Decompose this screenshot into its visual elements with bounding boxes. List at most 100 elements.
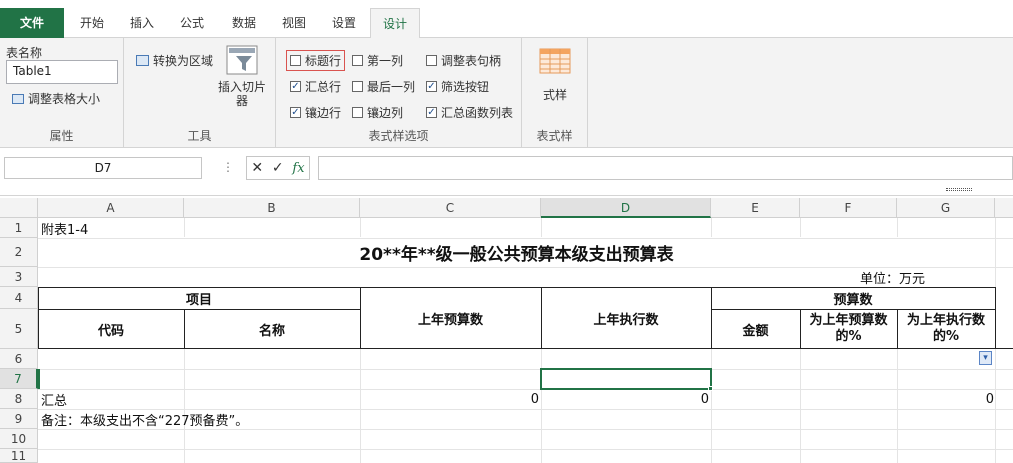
- worksheet-grid: A B C D E F G 1 2 3 4 5 6 7 8 9 10 11 附表…: [0, 198, 1013, 463]
- active-cell-d7[interactable]: [540, 368, 712, 390]
- last-column-checkbox[interactable]: 最后一列: [352, 78, 415, 95]
- gridline: [541, 349, 542, 463]
- tab-file[interactable]: 文件: [0, 8, 64, 38]
- header-prev-exec[interactable]: 上年执行数: [541, 287, 711, 349]
- fill-handle[interactable]: [708, 386, 713, 391]
- header-amount[interactable]: 金额: [711, 309, 800, 349]
- banded-rows-checkbox[interactable]: ✓ 镶边行: [290, 104, 341, 121]
- formula-input[interactable]: [318, 156, 1013, 180]
- row-header-3[interactable]: 3: [0, 267, 38, 287]
- header-pct-budget[interactable]: 为上年预算数的%: [806, 309, 891, 349]
- row-header-5[interactable]: 5: [0, 309, 38, 349]
- header-name[interactable]: 名称: [184, 309, 360, 349]
- resize-label: 调整表格大小: [28, 92, 101, 106]
- checkmark-icon: ✓: [290, 107, 301, 118]
- unchecked-box-icon: [352, 81, 363, 92]
- insert-slicer-button[interactable]: 插入切片器: [214, 44, 270, 114]
- sheet-title[interactable]: 20**年**级一般公共预算本级支出预算表: [38, 238, 995, 267]
- filter-button-checkbox[interactable]: ✓ 筛选按钮: [426, 78, 489, 95]
- gridline: [360, 349, 361, 463]
- name-box[interactable]: D7: [4, 157, 202, 179]
- header-row-label: 标题行: [305, 54, 342, 68]
- column-header-b[interactable]: B: [184, 198, 360, 218]
- header-budget[interactable]: 预算数: [711, 287, 995, 309]
- row-header-10[interactable]: 10: [0, 429, 38, 449]
- first-column-label: 第一列: [367, 54, 404, 68]
- row-header-2[interactable]: 2: [0, 238, 38, 267]
- group-label-tools: 工具: [187, 129, 212, 143]
- column-header-g[interactable]: G: [897, 198, 995, 218]
- tab-settings[interactable]: 设置: [322, 8, 366, 38]
- header-row-checkbox[interactable]: 标题行: [286, 50, 346, 71]
- tab-design[interactable]: 设计: [370, 8, 420, 39]
- total-label[interactable]: 汇总: [41, 389, 67, 409]
- row-header-4[interactable]: 4: [0, 287, 38, 309]
- row-header-6[interactable]: 6: [0, 349, 38, 369]
- table-name-input[interactable]: Table1: [6, 60, 118, 84]
- note-text[interactable]: 备注：本级支出不含“227预备费”。: [41, 409, 248, 429]
- last-column-label: 最后一列: [367, 80, 416, 94]
- cell-d8[interactable]: 0: [690, 389, 709, 409]
- tab-data[interactable]: 数据: [222, 8, 266, 38]
- group-properties: 表名称 Table1 调整表格大小 属性: [0, 38, 124, 148]
- tab-insert[interactable]: 插入: [120, 8, 164, 38]
- cell-g8[interactable]: 0: [975, 389, 994, 409]
- group-label-table-styles: 表式样: [536, 129, 573, 143]
- first-column-checkbox[interactable]: 第一列: [352, 52, 403, 69]
- table-style-icon: [539, 48, 571, 74]
- header-prev-budget[interactable]: 上年预算数: [360, 287, 541, 349]
- resize-handle-checkbox[interactable]: 调整表句柄: [426, 52, 501, 69]
- banded-columns-checkbox[interactable]: 镶边列: [352, 104, 403, 121]
- tab-view[interactable]: 视图: [272, 8, 316, 38]
- resize-table-button[interactable]: 调整表格大小: [12, 90, 100, 107]
- table-row-indicator: [38, 369, 40, 389]
- resize-icon: [12, 93, 24, 104]
- unchecked-box-icon: [290, 55, 301, 66]
- column-header-a[interactable]: A: [38, 198, 184, 218]
- gridline: [897, 218, 898, 237]
- total-row-label: 汇总行: [305, 80, 342, 94]
- banded-columns-label: 镶边列: [367, 106, 404, 120]
- more-options-icon[interactable]: ⋮: [222, 160, 234, 174]
- filter-dropdown-icon[interactable]: ▾: [979, 351, 992, 365]
- unchecked-box-icon: [352, 107, 363, 118]
- column-header-d[interactable]: D: [541, 198, 711, 218]
- column-header-h[interactable]: [995, 198, 1013, 218]
- unit-label[interactable]: 单位：万元: [860, 267, 925, 287]
- gridline: [711, 218, 712, 237]
- table-styles-button[interactable]: 式样: [530, 46, 580, 106]
- column-header-c[interactable]: C: [360, 198, 541, 218]
- row-header-9[interactable]: 9: [0, 409, 38, 429]
- header-pct-exec[interactable]: 为上年执行数的%: [903, 309, 989, 349]
- total-function-checkbox[interactable]: ✓ 汇总函数列表: [426, 104, 513, 121]
- resize-grip-icon[interactable]: [946, 188, 972, 191]
- header-item[interactable]: 项目: [38, 287, 360, 309]
- enter-icon[interactable]: ✓: [272, 160, 284, 176]
- cell-a1[interactable]: 附表1-4: [41, 218, 88, 238]
- checkmark-icon: ✓: [426, 107, 437, 118]
- checkmark-icon: ✓: [426, 81, 437, 92]
- insert-function-icon[interactable]: fx: [292, 161, 304, 176]
- convert-icon: [136, 55, 149, 66]
- unchecked-box-icon: [426, 55, 437, 66]
- cell-c8[interactable]: 0: [520, 389, 539, 409]
- select-all-corner[interactable]: [0, 198, 38, 218]
- tab-home[interactable]: 开始: [70, 8, 114, 38]
- group-tools: 转换为区域 插入切片器 工具: [124, 38, 276, 148]
- row-header-7[interactable]: 7: [0, 369, 38, 389]
- header-code[interactable]: 代码: [38, 309, 184, 349]
- cancel-icon[interactable]: ✕: [251, 160, 263, 176]
- convert-to-range-button[interactable]: 转换为区域: [136, 52, 213, 69]
- table-border: [995, 287, 996, 349]
- row-header-1[interactable]: 1: [0, 218, 38, 238]
- group-label-properties: 属性: [49, 129, 74, 143]
- row-header-8[interactable]: 8: [0, 389, 38, 409]
- gridline: [184, 218, 185, 237]
- total-row-checkbox[interactable]: ✓ 汇总行: [290, 78, 341, 95]
- tab-formulas[interactable]: 公式: [170, 8, 214, 38]
- column-header-e[interactable]: E: [711, 198, 800, 218]
- column-header-f[interactable]: F: [800, 198, 897, 218]
- group-table-styles: 式样 表式样: [522, 38, 588, 148]
- ribbon: 表名称 Table1 调整表格大小 属性 转换为区域 插入切片器 工具 标题行: [0, 38, 1013, 148]
- row-header-11[interactable]: 11: [0, 449, 38, 463]
